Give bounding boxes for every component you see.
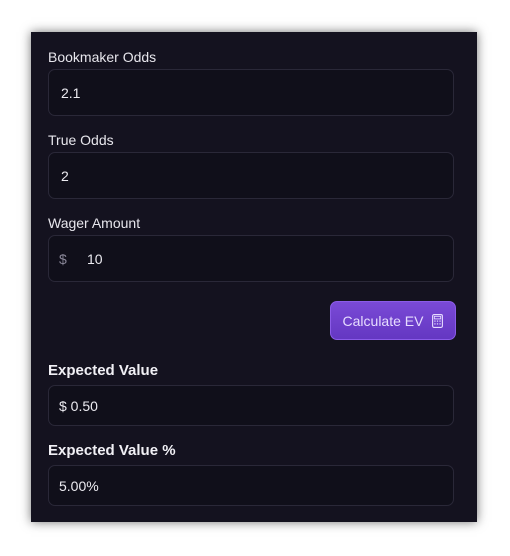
calculate-ev-button[interactable]: Calculate EV (330, 301, 456, 340)
bookmaker-odds-value: 2.1 (61, 85, 81, 101)
bookmaker-odds-label: Bookmaker Odds (48, 49, 157, 65)
true-odds-input[interactable]: 2 (48, 152, 454, 199)
expected-value-pct-field: 5.00% (48, 465, 454, 506)
wager-amount-label: Wager Amount (48, 215, 141, 231)
calculator-icon (432, 313, 444, 328)
true-odds-value: 2 (61, 168, 69, 184)
expected-value-pct-label: Expected Value % (48, 442, 176, 459)
expected-value-field: $ 0.50 (48, 385, 454, 426)
expected-value-pct-output: 5.00% (59, 478, 99, 494)
bookmaker-odds-input[interactable]: 2.1 (48, 69, 454, 116)
expected-value-output: $ 0.50 (59, 398, 98, 414)
ev-calculator-panel: Bookmaker Odds 2.1 True Odds 2 Wager Amo… (31, 32, 477, 522)
expected-value-label: Expected Value (48, 362, 159, 379)
true-odds-label: True Odds (48, 132, 114, 148)
currency-prefix: $ (59, 251, 67, 267)
wager-amount-input[interactable]: $ 10 (48, 235, 454, 282)
calculate-ev-label: Calculate EV (342, 312, 424, 329)
wager-amount-value: 10 (87, 251, 103, 267)
